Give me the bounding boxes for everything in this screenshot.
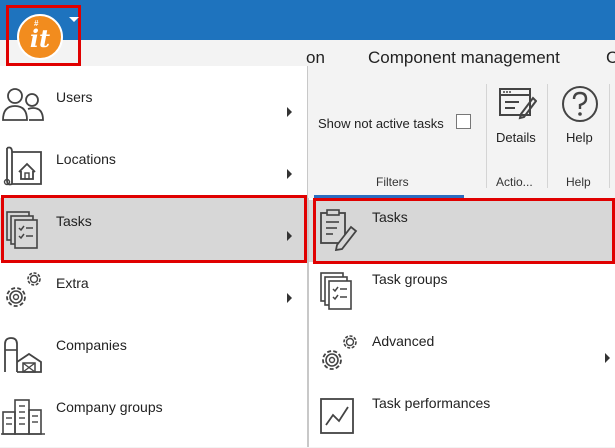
logo-text: it xyxy=(29,24,51,53)
help-button[interactable] xyxy=(560,84,600,124)
menu-item-label: Extra xyxy=(56,275,89,291)
app-menu-button[interactable]: # it xyxy=(6,5,81,66)
menu-item-label: Companies xyxy=(56,337,127,353)
tab-partial-right[interactable]: C xyxy=(606,48,615,68)
submenu-item-task-performances[interactable]: Task performances xyxy=(309,386,615,448)
menu-item-tasks[interactable]: Tasks xyxy=(0,198,307,260)
submenu-item-label: Task groups xyxy=(372,271,448,287)
actions-group-label: Actio... xyxy=(496,175,533,189)
details-icon xyxy=(499,88,537,120)
task-groups-icon xyxy=(317,269,361,313)
details-label[interactable]: Details xyxy=(496,130,536,145)
submenu-item-advanced[interactable]: Advanced xyxy=(309,324,615,386)
chevron-right-icon xyxy=(287,107,292,117)
details-button[interactable] xyxy=(497,84,537,124)
help-icon xyxy=(562,86,598,122)
menu-item-company-groups[interactable]: Company groups xyxy=(0,384,307,446)
menu-item-companies[interactable]: Companies xyxy=(0,322,307,384)
submenu-item-label: Task performances xyxy=(372,395,491,411)
companies-icon xyxy=(1,330,45,374)
company-groups-icon xyxy=(1,392,45,436)
filters-group-label: Filters xyxy=(376,175,409,189)
chevron-right-icon xyxy=(605,353,610,363)
show-not-active-checkbox[interactable] xyxy=(456,114,471,129)
chevron-right-icon xyxy=(287,293,292,303)
menu-item-label: Company groups xyxy=(56,399,163,415)
chevron-right-icon xyxy=(287,169,292,179)
menu-item-label: Users xyxy=(56,89,93,105)
task-edit-icon xyxy=(317,207,361,251)
submenu-item-tasks[interactable]: Tasks xyxy=(309,200,615,262)
menu-item-extra[interactable]: Extra xyxy=(0,260,307,322)
tab-partial[interactable]: on xyxy=(306,48,325,68)
app-menu: Users Locations Tasks Extra Companies Co… xyxy=(0,66,308,447)
tasks-submenu: Tasks Task groups Advanced Task performa… xyxy=(308,198,615,447)
menu-item-locations[interactable]: Locations xyxy=(0,136,307,198)
show-not-active-label: Show not active tasks xyxy=(318,116,444,131)
title-bar xyxy=(0,0,615,40)
app-logo: # it xyxy=(17,14,63,60)
divider xyxy=(609,84,610,188)
divider xyxy=(547,84,548,188)
gears-icon xyxy=(317,331,361,375)
menu-item-users[interactable]: Users xyxy=(0,74,307,136)
help-label[interactable]: Help xyxy=(566,130,593,145)
submenu-item-label: Advanced xyxy=(372,333,435,349)
submenu-item-label: Tasks xyxy=(372,209,408,225)
tab-component-management[interactable]: Component management xyxy=(368,48,560,68)
location-map-icon xyxy=(1,144,45,188)
menu-item-label: Locations xyxy=(56,151,116,167)
users-icon xyxy=(1,82,45,126)
submenu-item-task-groups[interactable]: Task groups xyxy=(309,262,615,324)
chart-icon xyxy=(317,393,361,437)
tasks-icon xyxy=(1,206,45,250)
menu-item-label: Tasks xyxy=(56,213,92,229)
help-group-label: Help xyxy=(566,175,591,189)
divider xyxy=(486,84,487,188)
gears-icon xyxy=(1,268,45,312)
chevron-right-icon xyxy=(287,231,292,241)
chevron-down-icon xyxy=(69,17,79,22)
